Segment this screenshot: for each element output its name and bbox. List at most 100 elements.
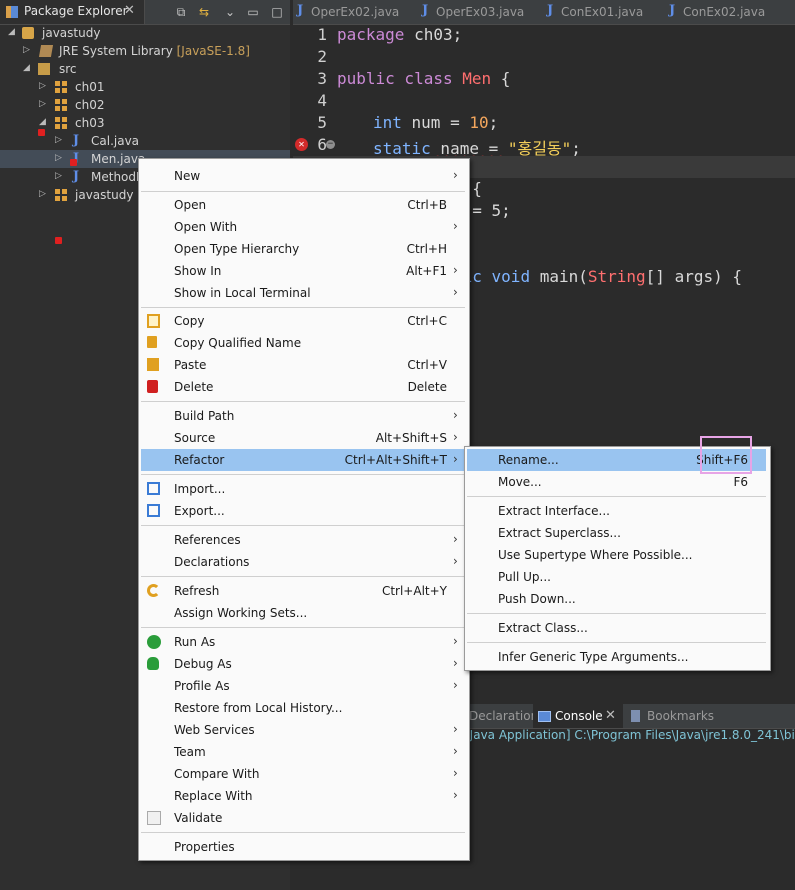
menu-item-paste[interactable]: Paste Ctrl+V [141,354,465,376]
menu-item-open-with[interactable]: Open With › [141,216,465,238]
menu-item-infer-generic-type-arguments[interactable]: Infer Generic Type Arguments... [467,646,766,668]
tree-item-label: javastudy [42,26,101,40]
java-file-icon: J [72,169,80,184]
menu-item-restore-from-local-history[interactable]: Restore from Local History... [141,697,465,719]
collapse-all-icon[interactable]: ⧉ [174,5,188,19]
code-token: ; [488,113,499,132]
tree-item-label: javastudy [75,188,134,202]
tab-declaration[interactable]: Declaration [465,704,538,728]
tree-item-jre-library[interactable]: ▷ JRE System Library [JavaSE-1.8] [0,42,290,60]
tree-item-src[interactable]: ◢ src [0,60,290,136]
tab-console[interactable]: Console ✕ [533,704,623,728]
menu-item-export[interactable]: Export... [141,500,465,522]
link-with-editor-icon[interactable]: ⇆ [197,5,211,19]
project-icon [22,27,34,39]
tree-item-ch01[interactable]: ▷ ch01 [0,78,290,96]
paste-icon [147,358,159,371]
expanded-arrow-icon[interactable]: ◢ [39,117,46,127]
package-explorer-tab[interactable]: Package Explorer ✕ [0,0,145,24]
close-icon[interactable]: ✕ [124,3,135,18]
menu-item-extract-superclass[interactable]: Extract Superclass... [467,522,766,544]
menu-item-show-in[interactable]: Show In Alt+F1 › [141,260,465,282]
package-icon [55,99,67,111]
menu-item-new[interactable]: New › [141,165,465,187]
menu-item-label: Refresh [174,584,220,598]
menu-item-validate[interactable]: Validate [141,807,465,829]
error-overlay-icon [70,159,77,166]
fold-toggle-icon[interactable]: − [326,140,335,149]
menu-item-declarations[interactable]: Declarations › [141,551,465,573]
menu-item-label: Rename... [498,453,559,467]
menu-item-pull-up[interactable]: Pull Up... [467,566,766,588]
menu-item-extract-class[interactable]: Extract Class... [467,617,766,639]
submenu-arrow-icon: › [453,722,458,736]
menu-item-debug-as[interactable]: Debug As › [141,653,465,675]
tree-item-project[interactable]: ◢ javastudy [0,24,290,42]
menu-item-references[interactable]: References › [141,529,465,551]
menu-item-refresh[interactable]: Refresh Ctrl+Alt+Y [141,580,465,602]
menu-separator [141,576,465,577]
copy-qualified-icon [147,336,157,348]
tab-bookmarks[interactable]: Bookmarks [625,704,725,728]
view-menu-icon[interactable]: ⌄ [223,5,237,19]
editor-tab[interactable]: J OperEx02.java [293,0,417,24]
menu-item-open-type-hierarchy[interactable]: Open Type Hierarchy Ctrl+H [141,238,465,260]
menu-item-compare-with[interactable]: Compare With › [141,763,465,785]
menu-item-open[interactable]: Open Ctrl+B [141,194,465,216]
minimize-icon[interactable]: ▭ [246,5,260,19]
menu-item-copy-qualified-name[interactable]: Copy Qualified Name [141,332,465,354]
menu-item-team[interactable]: Team › [141,741,465,763]
menu-item-run-as[interactable]: Run As › [141,631,465,653]
menu-item-profile-as[interactable]: Profile As › [141,675,465,697]
menu-item-label: New [174,169,201,183]
menu-item-copy[interactable]: Copy Ctrl+C [141,310,465,332]
menu-item-web-services[interactable]: Web Services › [141,719,465,741]
tree-item-ch02[interactable]: ▷ ch02 [0,96,290,114]
menu-item-properties[interactable]: Properties [141,836,465,858]
code-token: { [491,69,511,88]
menu-item-extract-interface[interactable]: Extract Interface... [467,500,766,522]
menu-item-assign-working-sets[interactable]: Assign Working Sets... [141,602,465,624]
menu-item-push-down[interactable]: Push Down... [467,588,766,610]
code-token: [] args) { [645,267,742,286]
menu-item-label: Properties [174,840,235,854]
editor-tab[interactable]: J OperEx03.java [418,0,542,24]
code-token: int [373,113,402,132]
java-file-icon: J [669,3,676,18]
code-line: 1 package ch03; [293,24,795,46]
menu-item-delete[interactable]: Delete Delete [141,376,465,398]
collapsed-arrow-icon[interactable]: ▷ [39,81,46,91]
close-icon[interactable]: ✕ [605,708,616,723]
menu-item-shortcut: Delete [407,380,447,394]
collapsed-arrow-icon[interactable]: ▷ [55,153,62,163]
menu-item-move[interactable]: Move... F6 [467,471,766,493]
editor-tab[interactable]: J ConEx01.java [543,0,663,24]
collapsed-arrow-icon[interactable]: ▷ [55,171,62,181]
collapsed-arrow-icon[interactable]: ▷ [39,189,46,199]
package-explorer-icon [6,6,18,18]
code-token: void [481,267,531,286]
collapsed-arrow-icon[interactable]: ▷ [23,45,30,55]
tree-item-ch03[interactable]: ◢ ch03 [0,114,290,244]
menu-item-build-path[interactable]: Build Path › [141,405,465,427]
expanded-arrow-icon[interactable]: ◢ [23,63,30,73]
menu-item-show-in-local-terminal[interactable]: Show in Local Terminal › [141,282,465,304]
expanded-arrow-icon[interactable]: ◢ [8,27,15,37]
menu-item-refactor[interactable]: Refactor Ctrl+Alt+Shift+T › [141,449,465,471]
export-icon [147,504,160,517]
error-marker-icon[interactable]: ✕ [295,138,308,151]
tree-item-label: MethodE [91,170,144,184]
editor-tab[interactable]: J ConEx02.java [665,0,795,24]
menu-item-use-supertype-where-possible[interactable]: Use Supertype Where Possible... [467,544,766,566]
tree-item-cal-java[interactable]: ▷ J Cal.java [0,132,290,150]
delete-icon [147,380,158,393]
maximize-icon[interactable]: □ [270,5,284,19]
collapsed-arrow-icon[interactable]: ▷ [55,135,62,145]
menu-item-source[interactable]: Source Alt+Shift+S › [141,427,465,449]
collapsed-arrow-icon[interactable]: ▷ [39,99,46,109]
menu-item-label: Run As [174,635,216,649]
tab-label: Console [555,709,603,723]
menu-item-import[interactable]: Import... [141,478,465,500]
menu-item-replace-with[interactable]: Replace With › [141,785,465,807]
submenu-arrow-icon: › [453,263,458,277]
